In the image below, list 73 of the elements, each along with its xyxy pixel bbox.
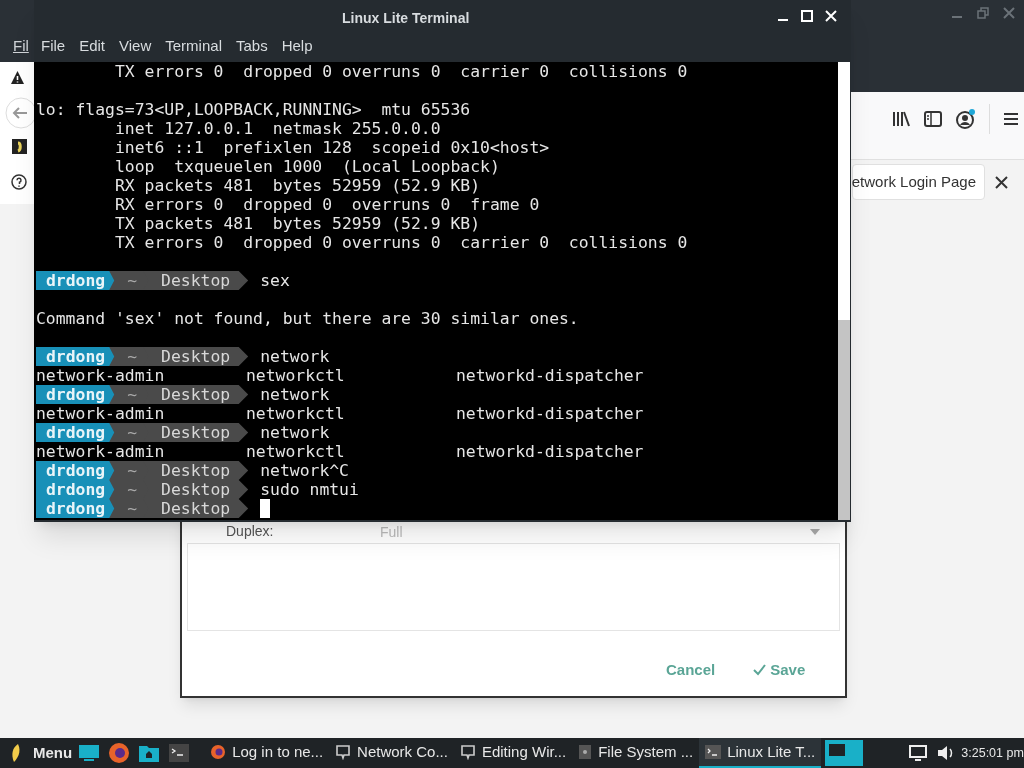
window-title: Linux Lite Terminal xyxy=(342,9,470,28)
caret-icon xyxy=(810,528,820,535)
help-icon[interactable] xyxy=(11,174,27,190)
maximize-icon[interactable] xyxy=(801,10,813,22)
field-label: Duplex: xyxy=(226,523,274,539)
terminal-text: networkctl xyxy=(246,442,346,461)
firefox-icon xyxy=(210,744,227,760)
browser-tab[interactable]: etwork Login Page xyxy=(852,164,985,200)
close-icon[interactable] xyxy=(995,176,1008,189)
terminal-icon xyxy=(705,745,722,759)
taskbar-button[interactable]: Linux Lite T... xyxy=(699,738,822,768)
back-icon[interactable] xyxy=(5,97,35,129)
prompt-directory: Desktop xyxy=(143,461,249,480)
menu-item[interactable]: View xyxy=(114,35,157,58)
menu-item[interactable]: Edit xyxy=(74,35,111,58)
terminal-icon[interactable] xyxy=(168,743,191,763)
menu-item[interactable]: Fil xyxy=(13,35,29,58)
terminal-text: networkctl xyxy=(246,404,346,423)
prompt-directory: Desktop xyxy=(143,347,249,366)
taskbar-button[interactable]: File System ... xyxy=(572,738,700,768)
warning-icon xyxy=(10,70,25,85)
desktop-icon[interactable] xyxy=(78,744,101,762)
menu-item[interactable]: Tabs xyxy=(230,35,273,58)
monitor-icon xyxy=(335,744,352,760)
terminal-text: networkd-dispatcher xyxy=(456,404,645,423)
taskbar-button[interactable]: Network Co... xyxy=(329,738,454,768)
command-text: network^C xyxy=(260,461,349,480)
command-text: network xyxy=(260,347,330,366)
check-icon xyxy=(753,664,767,677)
terminal-line: inet 127.0.0.1 netmask 255.0.0.0 xyxy=(113,119,441,138)
account-icon[interactable] xyxy=(955,108,977,130)
terminal-line: RX errors 0 dropped 0 overruns 0 frame 0 xyxy=(113,195,540,214)
command-text: sudo nmtui xyxy=(260,480,359,499)
terminal-text: network-admin xyxy=(36,442,166,461)
terminal-line: inet6 ::1 prefixlen 128 scopeid 0x10<host> xyxy=(113,138,550,157)
prompt-directory: Desktop xyxy=(143,499,249,518)
workspace-switcher[interactable] xyxy=(825,740,864,766)
prompt-directory: Desktop xyxy=(143,271,249,290)
monitor-icon xyxy=(459,744,476,760)
folder-icon[interactable] xyxy=(138,743,161,763)
library-icon[interactable] xyxy=(891,109,911,129)
menu-button[interactable]: Menu xyxy=(33,741,73,765)
terminal-line: TX packets 481 bytes 52959 (52.9 KB) xyxy=(113,214,481,233)
terminal-line: Command 'sex' not found, but there are 30 similar ones. xyxy=(36,309,579,328)
prompt-directory: Desktop xyxy=(143,423,249,442)
terminal-text: networkd-dispatcher xyxy=(456,442,645,461)
taskbar-button[interactable]: Editing Wir... xyxy=(453,738,573,768)
menu-item[interactable]: Terminal xyxy=(160,35,227,58)
terminal-text: network-admin xyxy=(36,366,166,385)
terminal-text: network-admin xyxy=(36,404,166,423)
prompt-directory: Desktop xyxy=(143,480,249,499)
monitor-icon[interactable] xyxy=(909,745,928,761)
restore-icon[interactable] xyxy=(976,6,990,20)
terminal-line: loop txqueuelen 1000 (Local Loopback) xyxy=(113,157,500,176)
command-text: network xyxy=(260,423,330,442)
terminal-text: networkd-dispatcher xyxy=(456,366,645,385)
menu-item[interactable]: Help xyxy=(276,35,318,58)
menu-item[interactable]: File xyxy=(36,35,71,58)
terminal-line: TX errors 0 dropped 0 overruns 0 carrier 0 collisions 0 xyxy=(113,233,688,252)
sidebar-icon[interactable] xyxy=(923,109,943,129)
prompt-directory: Desktop xyxy=(143,385,249,404)
command-text: network xyxy=(260,385,330,404)
terminal-line: RX packets 481 bytes 52959 (52.9 KB) xyxy=(113,176,481,195)
terminal-text: networkctl xyxy=(246,366,346,385)
clock[interactable]: 3:25:01 pm xyxy=(961,743,1024,763)
leaf-icon[interactable] xyxy=(10,743,22,763)
menu-icon[interactable] xyxy=(1002,110,1020,128)
command-text: sex xyxy=(260,271,290,290)
terminal-line: lo: flags=73<UP,LOOPBACK,RUNNING> mtu 65536 xyxy=(36,100,471,119)
taskbar-button[interactable]: Log in to ne... xyxy=(204,738,330,768)
terminal-line: TX errors 0 dropped 0 overruns 0 carrier 0 collisions 0 xyxy=(113,62,688,81)
scrollbar[interactable] xyxy=(838,62,850,520)
firefox-icon[interactable] xyxy=(108,742,131,764)
